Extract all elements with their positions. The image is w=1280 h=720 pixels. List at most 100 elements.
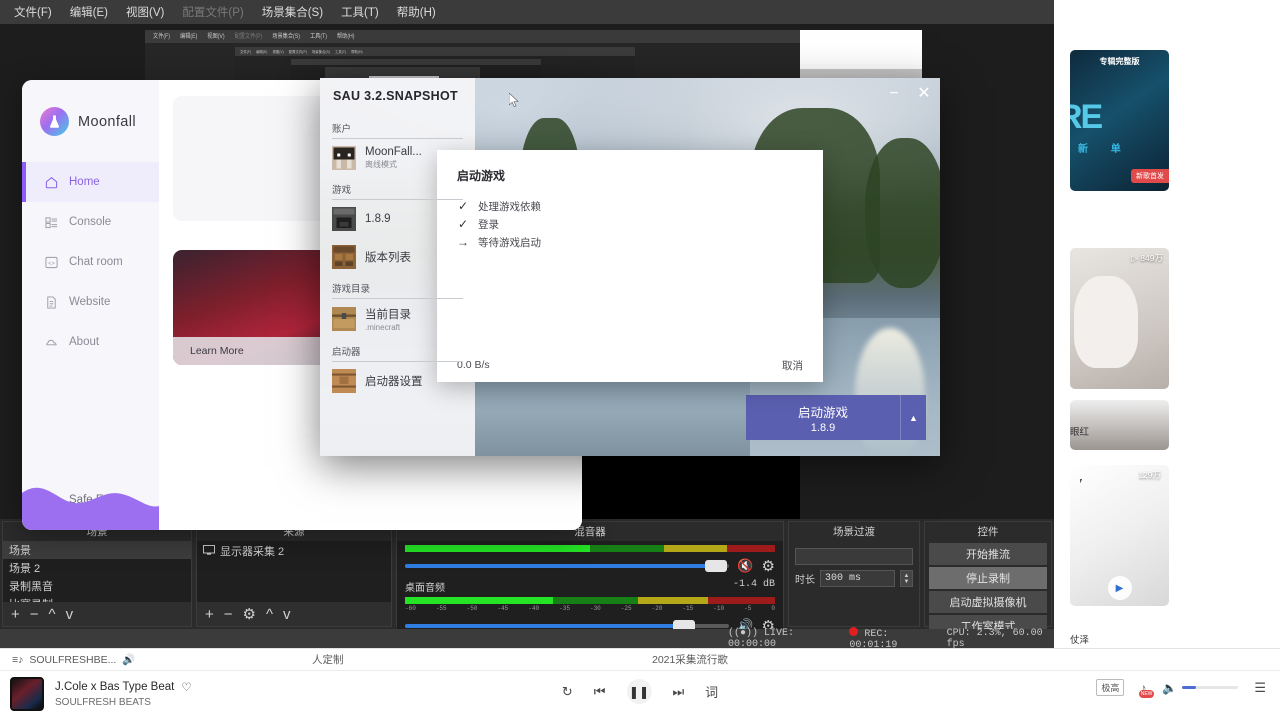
sources-list[interactable]: 显示器采集 2	[197, 541, 391, 602]
effects-icon[interactable]: ♪ NEW	[1138, 681, 1155, 698]
learn-more-button[interactable]: Learn More	[190, 345, 244, 357]
sidebar-item-about[interactable]: About	[22, 322, 159, 362]
mini-menu-edit: 编辑(E)	[180, 33, 198, 41]
volume-icon[interactable]: 🔈	[1162, 681, 1177, 695]
favorite-heart-icon[interactable]: ♡	[181, 680, 191, 694]
play-icon[interactable]: ▶	[1107, 576, 1132, 600]
remove-scene-button[interactable]: −	[30, 607, 39, 622]
stop-recording-button[interactable]: 停止录制	[929, 567, 1047, 589]
video-thumb-figure	[1074, 276, 1138, 368]
player-tab-collection[interactable]: 2021采集流行歌	[640, 649, 740, 671]
source-item[interactable]: 显示器采集 2	[197, 541, 391, 561]
move-scene-down-button[interactable]: v	[66, 607, 74, 622]
scene-item[interactable]: 场景 2	[3, 559, 191, 577]
start-streaming-button[interactable]: 开始推流	[929, 543, 1047, 565]
quality-badge[interactable]: 极高	[1096, 679, 1125, 696]
sau-account-text: MoonFall... 离线模式	[365, 146, 422, 170]
menu-scene-collection[interactable]: 场景集合(S)	[254, 1, 331, 23]
start-virtual-camera-button[interactable]: 启动虚拟摄像机	[929, 591, 1047, 613]
sidebar-item-website[interactable]: Website	[22, 282, 159, 322]
next-track-icon[interactable]: ⏭	[672, 684, 684, 700]
previous-track-icon[interactable]: ⏮	[594, 684, 606, 700]
sau-launcher-settings-entry[interactable]: 启动器设置	[320, 362, 475, 400]
minimize-icon[interactable]: −	[886, 86, 902, 102]
play-pause-button[interactable]: ❚❚	[626, 679, 652, 704]
playlist-queue-icon[interactable]: ☰	[1254, 680, 1266, 696]
tick: -60	[405, 605, 416, 612]
mini2-menu-file: 文件(F)	[240, 50, 252, 54]
sau-account-entry[interactable]: MoonFall... 离线模式	[320, 139, 475, 177]
transitions-dock: 场景过渡 时长 300 ms ▲ ▼	[788, 521, 920, 627]
launch-options-chevron-up-icon[interactable]: ▲	[900, 395, 926, 440]
cancel-button[interactable]: 取消	[782, 358, 803, 373]
menu-view[interactable]: 视图(V)	[118, 1, 172, 23]
menu-profile[interactable]: 配置文件(P)	[174, 1, 251, 23]
add-source-button[interactable]: +	[205, 607, 214, 622]
track-title-row: J.Cole x Bas Type Beat ♡	[55, 680, 192, 694]
source-properties-gear-icon[interactable]: ⚙	[243, 607, 256, 622]
scene-item[interactable]: 录制黑音	[3, 577, 191, 595]
launch-game-button[interactable]: 启动游戏 1.8.9 ▲	[746, 395, 926, 440]
menu-tools[interactable]: 工具(T)	[333, 1, 387, 23]
sau-version-list-label: 版本列表	[365, 252, 411, 264]
desktop-volume-slider[interactable]	[405, 620, 730, 632]
repeat-icon[interactable]: ↻	[562, 684, 573, 700]
desktop-audio-db: -1.4 dB	[732, 579, 775, 590]
menu-edit[interactable]: 编辑(E)	[62, 1, 116, 23]
scenes-list[interactable]: 场景 场景 2 录制黑音 比赛录制 场景 3 抖音视频	[3, 541, 191, 602]
close-icon[interactable]: ✕	[916, 86, 932, 102]
scene-item[interactable]: 场景	[3, 541, 191, 559]
player-tab-custom[interactable]: 人定制	[300, 649, 356, 671]
duration-spinner[interactable]: ▲ ▼	[900, 570, 913, 587]
sau-section-account: 账户	[320, 121, 475, 139]
playback-controls: ↻ ⏮ ❚❚ ⏭ 词	[562, 679, 718, 704]
mic-volume-slider[interactable]	[405, 560, 730, 572]
video-thumbnail-card[interactable]: ▷ 849万	[1070, 248, 1169, 389]
sidebar-item-console[interactable]: Console	[22, 202, 159, 242]
scene-item[interactable]: 比赛录制	[3, 595, 191, 602]
sau-gamedir-entry[interactable]: 当前目录 .minecraft	[320, 299, 475, 339]
desktop-audio-meter	[405, 597, 775, 604]
bg-tree	[865, 138, 940, 288]
sidebar-item-chat-room[interactable]: <> Chat room	[22, 242, 159, 282]
menu-help[interactable]: 帮助(H)	[389, 1, 444, 23]
remove-source-button[interactable]: −	[224, 607, 233, 622]
transition-duration-input[interactable]: 300 ms	[820, 570, 895, 587]
transition-select[interactable]	[795, 548, 913, 565]
moonfall-brand-label: Moonfall	[78, 113, 137, 130]
document-icon	[45, 295, 58, 309]
tick: 0	[771, 605, 775, 612]
mic-volume-knob[interactable]	[705, 560, 728, 572]
sau-version-entry[interactable]: 1.8.9	[320, 200, 475, 238]
menu-file[interactable]: 文件(F)	[6, 1, 60, 23]
sau-version-list-entry[interactable]: 版本列表	[320, 238, 475, 276]
move-source-down-button[interactable]: v	[283, 607, 291, 622]
video-thumbnail-card[interactable]: 129万 ▶	[1070, 465, 1169, 606]
mic-mute-icon[interactable]: 🔇	[737, 558, 753, 574]
recording-indicator-icon	[849, 626, 859, 636]
live-label: LIVE:	[764, 627, 795, 639]
sidebar-item-home[interactable]: Home	[22, 162, 159, 202]
sidebar-item-label: Chat room	[69, 256, 123, 268]
volume-fill	[1182, 686, 1197, 689]
volume-slider[interactable]	[1182, 686, 1239, 689]
video-thumbnail-card[interactable]: 专辑完整版 RE 新 单 新歌首发	[1070, 50, 1169, 191]
crafting-table-icon	[332, 245, 356, 269]
controls-dock: 控件 开始推流 停止录制 启动虚拟摄像机 工作室模式 设置 退出	[924, 521, 1052, 648]
move-scene-up-button[interactable]: ^	[49, 607, 56, 622]
dialog-steps-list: ✓ 处理游戏依赖 ✓ 登录 → 等待游戏启动	[437, 184, 823, 251]
move-source-up-button[interactable]: ^	[266, 607, 273, 622]
volume-control[interactable]: 🔈	[1162, 681, 1239, 695]
mini2-menu-scene: 场景集合(S)	[311, 50, 330, 54]
live-time: 00:00:00	[728, 638, 777, 649]
mic-settings-gear-icon[interactable]: ⚙	[762, 559, 775, 574]
add-scene-button[interactable]: +	[11, 607, 20, 622]
playlist-tab[interactable]: ≡♪ SOULFRESHBE... 🔊	[0, 649, 147, 671]
sau-section-label: 启动器	[332, 344, 463, 362]
album-cover[interactable]	[10, 677, 44, 711]
tick: -55	[435, 605, 447, 612]
lyrics-icon[interactable]: 词	[705, 682, 718, 701]
dialog-step-label: 等待游戏启动	[478, 236, 541, 249]
furnace-icon	[332, 207, 356, 231]
mini-obs-menubar: 文件(F) 编辑(E) 视图(V) 配置文件(P) 场景集合(S) 工具(T) …	[145, 30, 800, 43]
